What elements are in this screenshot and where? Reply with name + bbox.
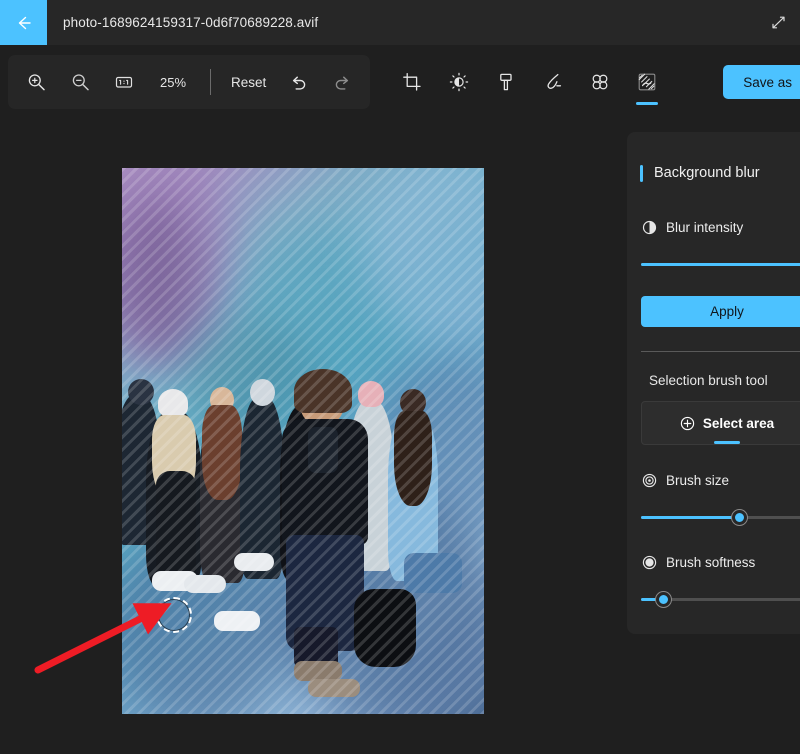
panel-divider (641, 351, 800, 352)
tool-crop[interactable] (388, 57, 435, 107)
photo-crowd (122, 375, 484, 714)
back-button[interactable] (0, 0, 47, 45)
brush-softness-row: Brush softness (641, 549, 800, 575)
brush-softness-slider[interactable] (641, 591, 800, 609)
redo-icon (332, 72, 353, 93)
brush-size-label: Brush size (666, 473, 729, 488)
tool-active-indicator (401, 102, 423, 105)
blur-intensity-slider[interactable] (641, 256, 800, 274)
slider-fill (641, 263, 800, 266)
zoom-in-icon (26, 72, 47, 93)
background-blur-icon (636, 71, 658, 93)
expand-button[interactable] (762, 7, 794, 38)
tool-adjustments[interactable] (435, 57, 482, 107)
canvas-area[interactable] (0, 120, 627, 754)
tool-filters[interactable] (576, 57, 623, 107)
file-name-title: photo-1689624159317-0d6f70689228.avif (63, 15, 318, 30)
blur-contrast-icon (641, 219, 657, 235)
slider-thumb[interactable] (656, 592, 671, 607)
tool-active-indicator (542, 102, 564, 105)
toolbar-divider (210, 69, 211, 95)
marker-pen-icon (495, 71, 517, 93)
plus-circle-icon (680, 415, 696, 431)
panel-accent-bar (640, 165, 643, 182)
brush-softness-section: Brush softness (627, 549, 800, 609)
target-circles-icon (641, 472, 657, 488)
blur-intensity-row: Blur intensity (641, 214, 800, 240)
tool-active-indicator (448, 102, 470, 105)
zoom-level-value: 25% (146, 75, 200, 90)
photo-editor-window: photo-1689624159317-0d6f70689228.avif (0, 0, 800, 754)
reset-button[interactable]: Reset (221, 67, 276, 98)
title-bar: photo-1689624159317-0d6f70689228.avif (0, 0, 800, 45)
brush-size-slider[interactable] (641, 509, 800, 527)
background-blur-panel: Background blur Blur intensity Apply Se (627, 132, 800, 634)
actual-size-button[interactable] (102, 62, 146, 102)
one-to-one-icon (113, 71, 135, 93)
redo-button[interactable] (320, 62, 364, 102)
soft-circle-icon (641, 554, 657, 570)
brush-softness-label: Brush softness (666, 555, 755, 570)
brightness-icon (448, 71, 470, 93)
arrow-left-icon (14, 13, 34, 33)
tool-active-indicator (495, 102, 517, 105)
filters-icon (589, 71, 611, 93)
panel-header: Background blur (627, 132, 800, 214)
edit-tools-group (388, 57, 670, 107)
apply-button[interactable]: Apply (641, 296, 800, 327)
save-as-button[interactable]: Save as (723, 65, 800, 99)
select-area-active-indicator (714, 441, 740, 444)
select-area-label: Select area (703, 416, 774, 431)
blur-intensity-section: Blur intensity (627, 214, 800, 274)
tool-retouch[interactable] (529, 57, 576, 107)
tool-marker[interactable] (482, 57, 529, 107)
tool-active-indicator (589, 102, 611, 105)
zoom-out-icon (70, 72, 91, 93)
undo-button[interactable] (276, 62, 320, 102)
blur-intensity-label: Blur intensity (666, 220, 743, 235)
slider-fill (641, 516, 739, 519)
slider-thumb[interactable] (732, 510, 747, 525)
select-area-button[interactable]: Select area (641, 401, 800, 445)
zoom-out-button[interactable] (58, 62, 102, 102)
toolbar: 25% Reset (0, 45, 800, 120)
zoom-in-button[interactable] (14, 62, 58, 102)
panel-title: Background blur (654, 165, 760, 181)
brush-size-section: Brush size (627, 467, 800, 527)
tool-active-indicator (636, 102, 658, 105)
expand-diagonal-icon (770, 14, 787, 31)
brush-size-row: Brush size (641, 467, 800, 493)
zoom-toolbar-group: 25% Reset (8, 55, 370, 109)
tool-background-blur[interactable] (623, 57, 670, 107)
photo-canvas[interactable] (122, 168, 484, 714)
undo-icon (288, 72, 309, 93)
retouch-pen-icon (542, 71, 564, 93)
crop-icon (401, 71, 423, 93)
brush-section-title: Selection brush tool (649, 373, 800, 388)
